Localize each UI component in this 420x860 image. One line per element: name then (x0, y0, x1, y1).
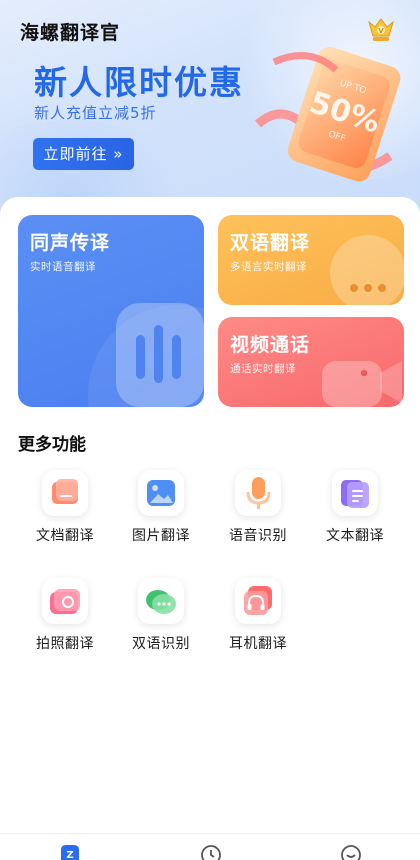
discount-coupon-illustration: UP TO 50% OFF (255, 46, 401, 182)
bottom-tab-bar: Z (0, 833, 420, 860)
image-translation-item[interactable]: 图片翻译 (121, 470, 201, 545)
microphone-icon (246, 477, 271, 509)
main-content: 同声传译 实时语音翻译 双语翻译 多语言实时翻译 视频通话 通话实时翻译 更多功… (0, 197, 420, 833)
app-title: 海螺翻译官 (20, 22, 121, 44)
more-features-title: 更多功能 (18, 435, 86, 455)
image-icon (147, 480, 175, 506)
chat-bubble-icon (330, 235, 404, 305)
item-label: 拍照翻译 (36, 636, 94, 652)
svg-text:Z: Z (66, 850, 73, 860)
video-camera-icon (322, 361, 402, 407)
document-icon (52, 479, 78, 504)
chat-bubbles-icon (146, 590, 176, 614)
card-title: 视频通话 (230, 334, 311, 356)
camera-icon (50, 589, 80, 614)
item-label: 语音识别 (229, 528, 287, 544)
simultaneous-interpretation-card[interactable]: 同声传译 实时语音翻译 (18, 215, 204, 407)
item-label: 耳机翻译 (229, 636, 287, 652)
history-tab-icon[interactable] (199, 844, 223, 860)
go-now-button[interactable]: 立即前往 » (33, 138, 134, 170)
text-translation-item[interactable]: 文本翻译 (315, 470, 395, 545)
card-subtitle: 通话实时翻译 (230, 363, 296, 375)
headphone-translation-item[interactable]: 耳机翻译 (218, 578, 298, 653)
headphones-icon (244, 586, 272, 615)
svg-text:V: V (378, 27, 384, 35)
translate-tab-icon[interactable]: Z (58, 844, 82, 860)
card-subtitle: 实时语音翻译 (30, 261, 96, 273)
speech-recognition-item[interactable]: 语音识别 (218, 470, 298, 545)
item-label: 图片翻译 (132, 528, 190, 544)
item-label: 文本翻译 (326, 528, 384, 544)
card-subtitle: 多语言实时翻译 (230, 261, 307, 273)
profile-tab-icon[interactable] (339, 844, 363, 860)
bilingual-recognition-item[interactable]: 双语识别 (121, 578, 201, 653)
video-call-card[interactable]: 视频通话 通话实时翻译 (218, 317, 404, 407)
audio-wave-icon (88, 303, 204, 407)
item-label: 双语识别 (132, 636, 190, 652)
item-label: 文档翻译 (36, 528, 94, 544)
card-title: 同声传译 (30, 232, 111, 254)
promo-subtitle: 新人充值立减5折 (34, 104, 157, 122)
bilingual-translation-card[interactable]: 双语翻译 多语言实时翻译 (218, 215, 404, 305)
card-title: 双语翻译 (230, 232, 311, 254)
document-translation-item[interactable]: 文档翻译 (25, 470, 105, 545)
promo-banner[interactable]: 海螺翻译官 V 新人限时优惠 新人充值立减5折 立即前往 » UP TO 50%… (0, 0, 420, 212)
promo-title: 新人限时优惠 (34, 63, 244, 102)
text-icon (341, 480, 369, 508)
photo-translation-item[interactable]: 拍照翻译 (25, 578, 105, 653)
